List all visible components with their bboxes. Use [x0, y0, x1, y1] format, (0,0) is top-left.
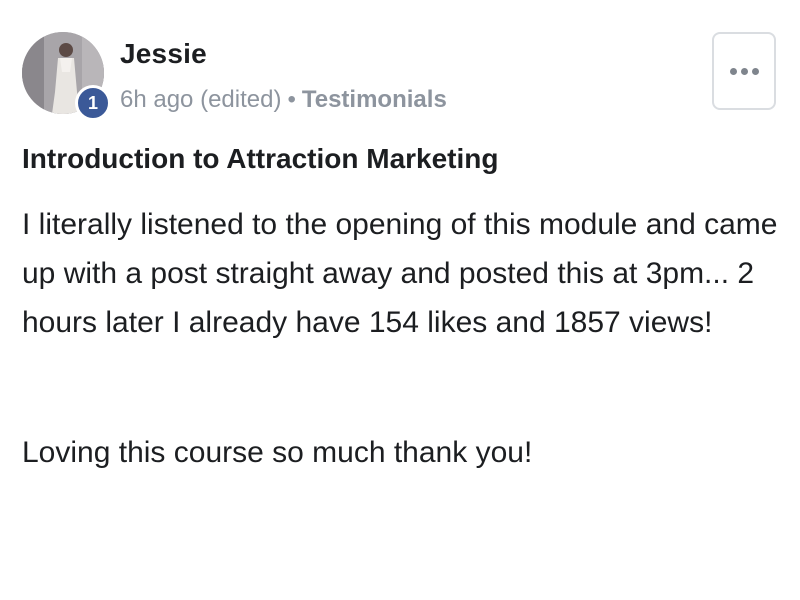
post-title: Introduction to Attraction Marketing	[22, 143, 499, 174]
more-options-dots-icon	[729, 67, 759, 75]
post-timestamp[interactable]: 6h ago (edited)	[120, 86, 281, 113]
dot	[751, 67, 759, 75]
post-card: 1 Jessie 6h ago (edited) • Testimonials In…	[0, 0, 800, 600]
meta-separator: •	[287, 86, 296, 113]
author-name[interactable]: Jessie	[120, 38, 207, 70]
post-meta: 6h ago (edited) • Testimonials	[120, 86, 447, 114]
author-avatar[interactable]: 1	[22, 32, 111, 121]
dot	[729, 67, 737, 75]
post-paragraph: Loving this course so much thank you!	[22, 436, 533, 469]
post-paragraph: I literally listened to the opening of t…	[22, 208, 778, 339]
more-options-button[interactable]	[712, 32, 776, 110]
notification-badge: 1	[75, 85, 111, 121]
dot	[740, 67, 748, 75]
group-link[interactable]: Testimonials	[302, 86, 447, 113]
